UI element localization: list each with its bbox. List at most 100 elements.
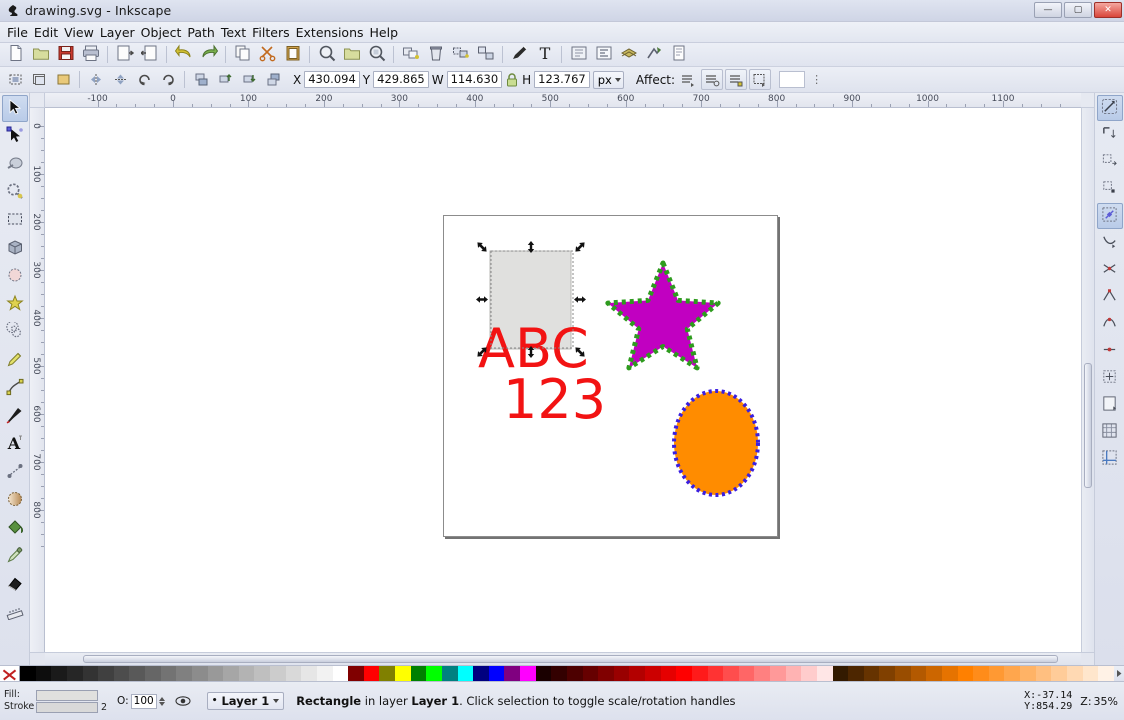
rotate-cw-button[interactable] (156, 69, 180, 91)
palette-swatch[interactable] (957, 666, 974, 681)
tool-spiral[interactable] (2, 319, 28, 346)
opacity-field[interactable]: 100 (130, 693, 157, 709)
scale-arrow-handle-icon[interactable] (475, 240, 489, 254)
palette-swatch[interactable] (160, 666, 177, 681)
affect-transform-patterns-toggle[interactable] (749, 69, 772, 90)
tool-gradient[interactable] (2, 487, 28, 514)
palette-swatch[interactable] (1066, 666, 1083, 681)
palette-swatch[interactable] (191, 666, 208, 681)
palette-swatch[interactable] (801, 666, 817, 681)
xml-editor-button[interactable] (566, 44, 591, 66)
dock-snap-page-border-toggle[interactable] (1097, 392, 1123, 418)
palette-swatch[interactable] (879, 666, 895, 681)
palette-swatch[interactable] (1098, 666, 1114, 681)
palette-swatch[interactable] (1051, 666, 1067, 681)
scale-arrow-handle-icon[interactable] (476, 296, 488, 303)
drawing-layer[interactable]: ABC123 (45, 108, 1081, 652)
canvas-text-123[interactable]: 123 (503, 368, 606, 431)
palette-swatch[interactable] (301, 666, 317, 681)
palette-swatch[interactable] (660, 666, 677, 681)
dock-snap-guides-toggle[interactable] (1097, 446, 1123, 472)
paste-button[interactable] (280, 44, 305, 66)
dock-snap-cusp-nodes-toggle[interactable] (1097, 284, 1123, 310)
palette-swatch[interactable] (848, 666, 864, 681)
horizontal-ruler[interactable]: -100 0 100 200 300 400 500 600 700 800 900 1000 1100 (45, 93, 1081, 108)
menu-filters[interactable]: Filters (249, 23, 292, 42)
fill-color-swatch[interactable] (36, 689, 98, 701)
palette-swatch[interactable] (520, 666, 536, 681)
palette-swatch[interactable] (379, 666, 395, 681)
palette-swatch[interactable] (1035, 666, 1052, 681)
stroke-color-swatch[interactable] (36, 701, 98, 713)
palette-scroll-arrow[interactable] (1114, 666, 1124, 681)
menu-extensions[interactable]: Extensions (293, 23, 367, 42)
palette-swatches[interactable] (20, 666, 1114, 681)
tool-dropper[interactable] (2, 543, 28, 570)
palette-swatch[interactable] (582, 666, 599, 681)
fill-stroke-dialog-button[interactable] (507, 44, 532, 66)
duplicate-button[interactable] (398, 44, 423, 66)
palette-swatch[interactable] (1004, 666, 1020, 681)
dock-snap-grid-toggle[interactable] (1097, 419, 1123, 445)
w-field[interactable]: 114.630 (446, 71, 503, 88)
tool-bezier[interactable] (2, 375, 28, 402)
affect-transform-gradients-toggle[interactable] (725, 69, 748, 90)
palette-swatch[interactable] (926, 666, 942, 681)
palette-swatch[interactable] (738, 666, 755, 681)
menu-view[interactable]: View (61, 23, 97, 42)
palette-swatch[interactable] (348, 666, 364, 681)
export-button[interactable] (137, 44, 162, 66)
scale-arrow-handle-icon[interactable] (573, 240, 587, 254)
lower-to-bottom-button[interactable] (261, 69, 285, 91)
menu-text[interactable]: Text (218, 23, 249, 42)
dock-snap-bbox-center-toggle[interactable] (1097, 365, 1123, 391)
palette-none-swatch[interactable] (0, 666, 20, 681)
ruler-corner[interactable] (30, 93, 45, 108)
dock-snap-midpoints-toggle[interactable] (1097, 338, 1123, 364)
palette-swatch[interactable] (145, 666, 161, 681)
y-field[interactable]: 429.865 (373, 71, 429, 88)
eye-icon[interactable] (175, 694, 191, 708)
palette-swatch[interactable] (691, 666, 708, 681)
tool-eraser[interactable] (2, 571, 28, 598)
palette-swatch[interactable] (551, 666, 567, 681)
palette-swatch[interactable] (285, 666, 302, 681)
palette-swatch[interactable] (51, 666, 67, 681)
tool-tweak[interactable] (2, 151, 28, 178)
zoom-page-button[interactable] (364, 44, 389, 66)
h-field[interactable]: 123.767 (534, 71, 590, 88)
horizontal-scrollbar-thumb[interactable] (83, 655, 1058, 663)
dock-snap-nodes-toggle[interactable] (1096, 203, 1123, 229)
palette-swatch[interactable] (832, 666, 849, 681)
copy-button[interactable] (230, 44, 255, 66)
palette-swatch[interactable] (816, 666, 833, 681)
lower-button[interactable] (237, 69, 261, 91)
deselect-button[interactable] (51, 69, 75, 91)
x-field[interactable]: 430.094 (304, 71, 360, 88)
print-document-button[interactable] (78, 44, 103, 66)
dock-snap-path-intersection-toggle[interactable] (1097, 257, 1123, 283)
raise-to-top-button[interactable] (189, 69, 213, 91)
rotate-ccw-button[interactable] (132, 69, 156, 91)
horizontal-scrollbar[interactable] (45, 652, 1081, 665)
tool-pencil[interactable] (2, 347, 28, 374)
palette-swatch[interactable] (973, 666, 989, 681)
color-palette[interactable] (0, 665, 1124, 682)
tool-connector[interactable] (2, 459, 28, 486)
palette-swatch[interactable] (863, 666, 880, 681)
tool-selector[interactable] (1, 95, 28, 122)
palette-swatch[interactable] (363, 666, 380, 681)
palette-swatch[interactable] (254, 666, 270, 681)
palette-swatch[interactable] (988, 666, 1005, 681)
text-properties-button[interactable]: T (532, 44, 557, 66)
select-all-button[interactable] (3, 69, 27, 91)
tool-3dbox[interactable] (2, 235, 28, 262)
palette-swatch[interactable] (98, 666, 114, 681)
minimize-button[interactable]: — (1034, 2, 1062, 18)
dock-snap-bbox-corner-toggle[interactable] (1097, 176, 1123, 202)
tool-calligraphy[interactable] (2, 403, 28, 430)
group-button[interactable] (448, 44, 473, 66)
stroke-width-value[interactable]: 2 (101, 702, 107, 713)
palette-swatch[interactable] (207, 666, 224, 681)
ungroup-button[interactable] (473, 44, 498, 66)
